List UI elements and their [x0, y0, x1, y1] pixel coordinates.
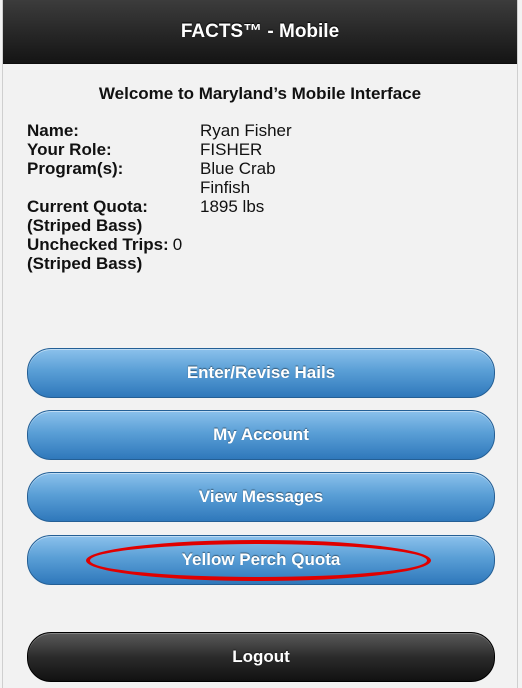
programs-row: Program(s): Blue Crab	[27, 159, 292, 178]
programs-row-2: Finfish	[27, 178, 292, 197]
my-account-label: My Account	[213, 425, 309, 444]
enter-revise-hails-label: Enter/Revise Hails	[186, 363, 336, 382]
quota-row: Current Quota: 1895 lbs	[27, 197, 292, 216]
logout-label: Logout	[232, 647, 290, 666]
yellow-perch-quota-label: Yellow Perch Quota	[181, 550, 341, 569]
program-item: Blue Crab	[200, 159, 276, 178]
my-account-button[interactable]: My Account	[27, 410, 495, 460]
logout-button[interactable]: Logout	[27, 632, 495, 682]
view-messages-button[interactable]: View Messages	[27, 472, 495, 522]
app-header: FACTS™ - Mobile	[3, 0, 517, 64]
quota-label: Current Quota:	[27, 197, 148, 216]
trips-species: (Striped Bass)	[27, 254, 143, 273]
name-label: Name:	[27, 121, 79, 140]
quota-value: 1895 lbs	[200, 197, 265, 216]
role-row: Your Role: FISHER	[27, 140, 292, 159]
enter-revise-hails-button[interactable]: Enter/Revise Hails	[27, 348, 495, 398]
programs-label-spacer	[27, 178, 200, 197]
mobile-frame: FACTS™ - Mobile Welcome to Maryland’s Mo…	[2, 0, 518, 688]
program-item: Finfish	[200, 178, 251, 197]
trips-sub-row: (Striped Bass)	[27, 254, 292, 273]
programs-label: Program(s):	[27, 159, 124, 178]
quota-species: (Striped Bass)	[27, 216, 143, 235]
app-title: FACTS™ - Mobile	[180, 20, 340, 42]
role-value: FISHER	[200, 140, 263, 159]
profile-info: Name: Ryan Fisher Your Role: FISHER Prog…	[27, 121, 292, 273]
role-label: Your Role:	[27, 140, 112, 159]
yellow-perch-quota-button[interactable]: Yellow Perch Quota	[27, 535, 495, 585]
welcome-heading: Welcome to Maryland’s Mobile Interface	[98, 84, 422, 103]
name-value: Ryan Fisher	[200, 121, 292, 140]
quota-sub-row: (Striped Bass)	[27, 216, 292, 235]
trips-row: Unchecked Trips: 0	[27, 235, 292, 254]
trips-value: 0	[172, 235, 183, 254]
trips-label: Unchecked Trips:	[27, 235, 169, 254]
name-row: Name: Ryan Fisher	[27, 121, 292, 140]
view-messages-label: View Messages	[198, 487, 324, 506]
